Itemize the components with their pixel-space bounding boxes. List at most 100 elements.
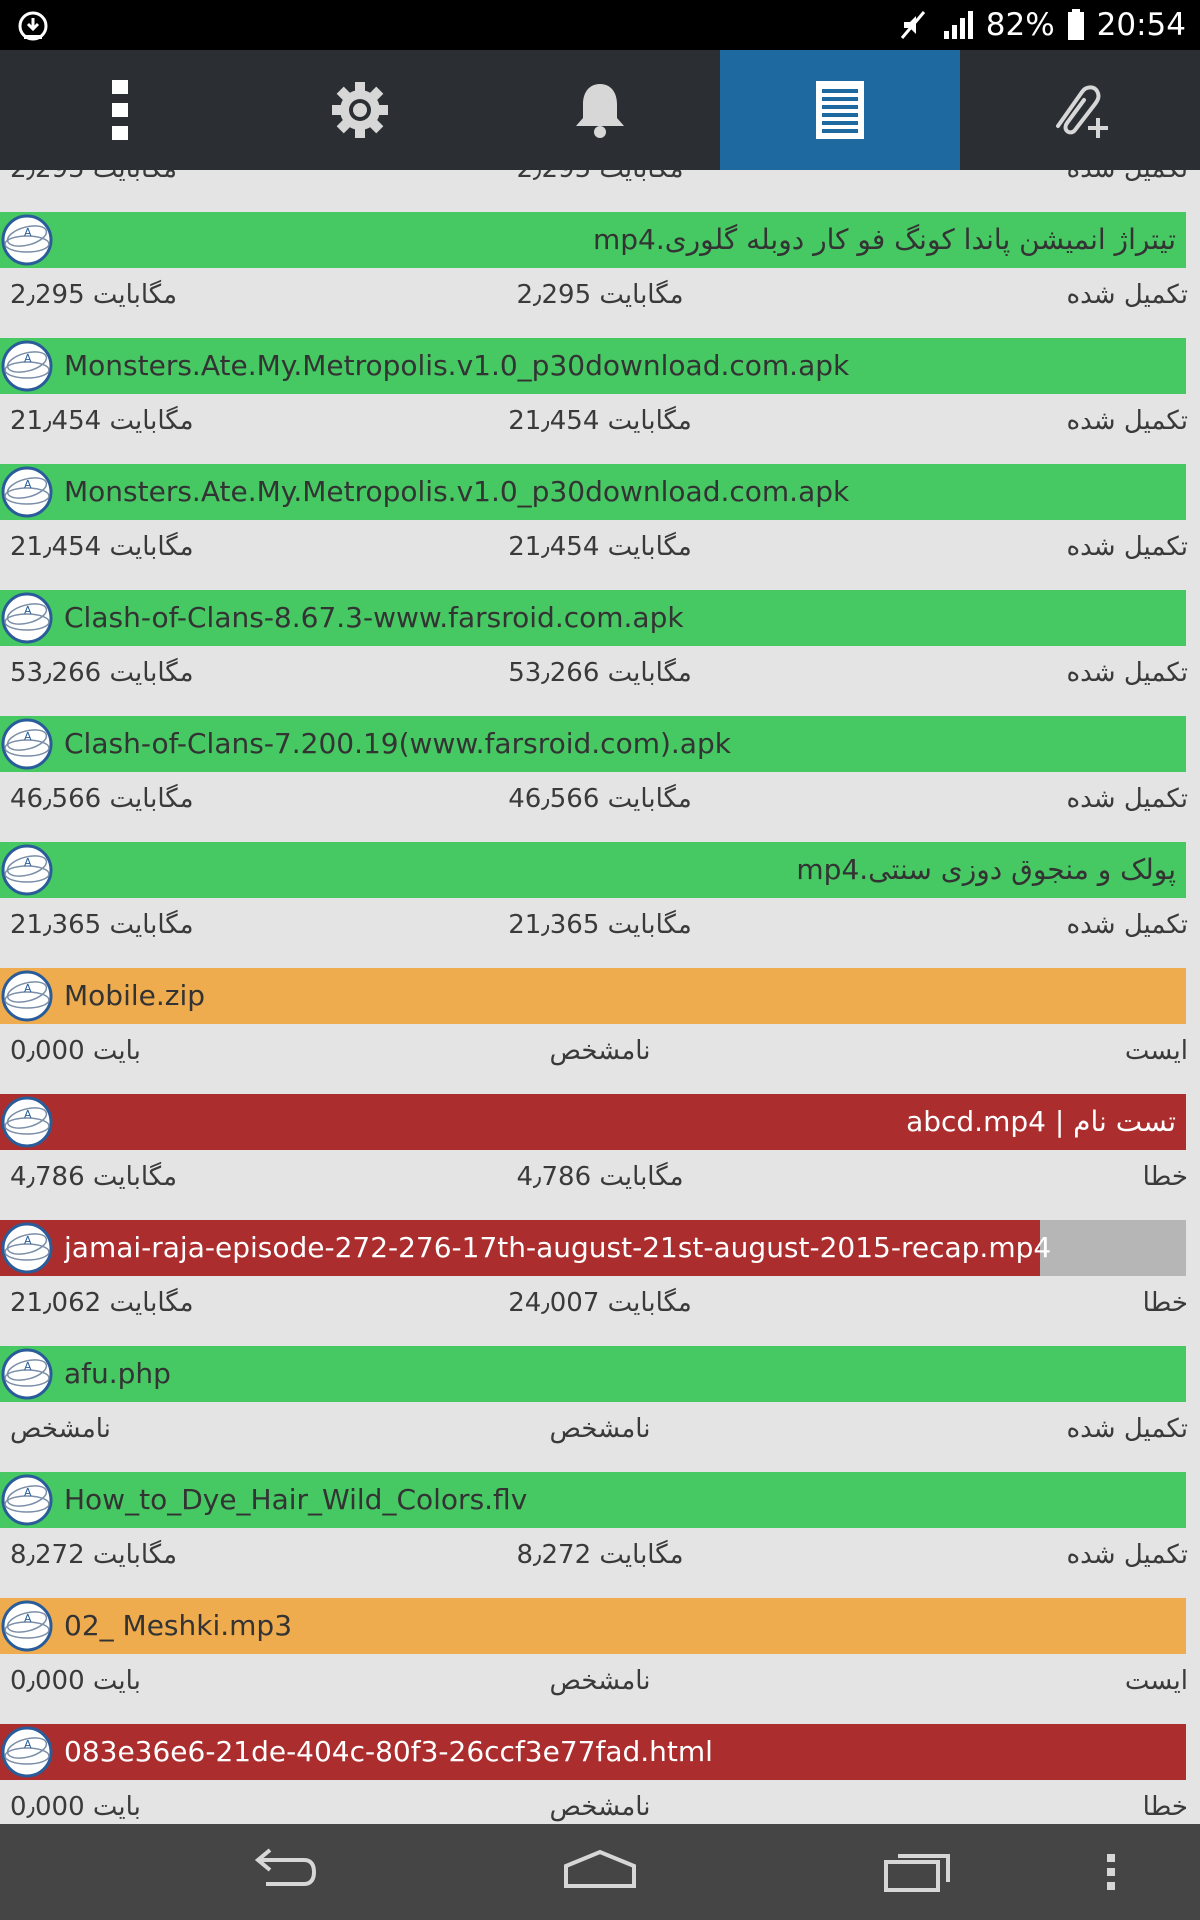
download-progress-bar[interactable]: A تست نام | abcd.mp4 [0,1094,1186,1150]
download-progress-bar[interactable]: A Clash-of-Clans-8.67.3-www.farsroid.com.… [0,590,1186,646]
file-name: How_to_Dye_Hair_Wild_Colors.flv [64,1483,528,1516]
downloaded-size: 2٫295 مگابایت [10,280,178,310]
download-item[interactable]: A Mobile.zip ایست نامشخص 0٫000 بایت [0,968,1200,1094]
download-progress-bar[interactable]: A پولک و منجوق دوزی سنتی.mp4 [0,842,1186,898]
app-file-icon: A [1,1600,53,1652]
download-item[interactable]: Aafu.php تکمیل شده نامشخص نامشخص [0,1346,1200,1472]
file-name: Mobile.zip [64,979,205,1012]
download-meta: تکمیل شده 46٫566 مگابایت 46٫566 مگابایت [0,772,1200,842]
download-progress-bar[interactable]: A Monsters.Ate.My.Metropolis.v1.0_p30down… [0,464,1186,520]
svg-text:A: A [24,1234,32,1247]
total-size: 2٫295 مگابایت [516,280,684,310]
downloaded-size: 21٫454 مگابایت [10,406,194,436]
total-size: نامشخص [549,1414,651,1444]
download-item[interactable]: A پولک و منجوق دوزی سنتی.mp4 تکمیل شده 21٫3… [0,842,1200,968]
downloaded-size: 21٫062 مگابایت [10,1288,194,1318]
top-toolbar [0,50,1200,170]
downloaded-size: 4٫786 مگابایت [10,1162,178,1192]
svg-text:A: A [24,478,32,491]
tab-add-download[interactable] [960,50,1200,170]
download-item[interactable]: A Monsters.Ate.My.Metropolis.v1.0_p30down… [0,338,1200,464]
downloaded-size: نامشخص [10,1414,111,1444]
download-item[interactable]: Aتکمیل شده2٫295 مگابایت2٫295 مگابایت [0,170,1200,212]
app-file-icon: A [1,1474,53,1526]
download-item[interactable]: A تست نام | abcd.mp4 خطا 4٫786 مگابایت 4٫786… [0,1094,1200,1220]
app-file-icon: A [1,592,53,644]
vertical-dots-icon [112,80,128,140]
file-name: Clash-of-Clans-7.200.19(www.farsroid.com… [64,727,731,760]
downloaded-size: 8٫272 مگابایت [10,1540,178,1570]
tab-more-menu[interactable] [0,50,240,170]
tab-notifications[interactable] [480,50,720,170]
download-item[interactable]: A Monsters.Ate.My.Metropolis.v1.0_p30down… [0,464,1200,590]
back-icon[interactable] [246,1842,318,1902]
download-meta: تکمیل شده 8٫272 مگابایت 8٫272 مگابایت [0,1528,1200,1598]
svg-text:A: A [24,226,32,239]
tab-download-list[interactable] [720,50,960,170]
tab-settings[interactable] [240,50,480,170]
download-list[interactable]: Aتکمیل شده2٫295 مگابایت2٫295 مگابایتAتیت… [0,170,1200,1824]
download-item[interactable]: A تیتراژ انمیشن پاندا کونگ فو کار دوبله گ… [0,212,1200,338]
app-file-icon: A [1,1096,53,1148]
svg-text:A: A [24,604,32,617]
app-file-icon: A [1,1222,53,1274]
svg-text:A: A [24,1612,32,1625]
download-progress-bar[interactable]: Aafu.php [0,1346,1186,1402]
download-meta: خطا نامشخص 0٫000 بایت [0,1780,1200,1824]
download-meta: خطا 4٫786 مگابایت 4٫786 مگابایت [0,1150,1200,1220]
list-document-icon [816,81,864,139]
download-meta: تکمیل شده 53٫266 مگابایت 53٫266 مگابایت [0,646,1200,716]
download-status-icon [18,11,48,41]
download-progress-bar[interactable]: A Clash-of-Clans-7.200.19(www.farsroid.co… [0,716,1186,772]
navigation-bar [0,1824,1200,1920]
download-meta: تکمیل شده 21٫365 مگابایت 21٫365 مگابایت [0,898,1200,968]
total-size: نامشخص [549,1666,651,1696]
download-item[interactable]: A 02_ Meshki.mp3 ایست نامشخص 0٫000 بایت [0,1598,1200,1724]
svg-text:A: A [24,1738,32,1751]
total-size: 8٫272 مگابایت [516,1540,684,1570]
app-file-icon: A [1,844,53,896]
downloaded-size: 2٫295 مگابایت [10,170,177,184]
bell-icon [576,84,624,138]
svg-text:A: A [24,1486,32,1499]
home-icon[interactable] [562,1842,638,1902]
svg-text:A: A [24,982,32,995]
app-file-icon: A [1,1726,53,1778]
downloaded-size: 0٫000 بایت [10,1666,141,1696]
file-name: 02_ Meshki.mp3 [64,1609,293,1642]
recents-icon[interactable] [882,1842,954,1902]
file-name: Clash-of-Clans-8.67.3-www.farsroid.com.a… [64,601,684,634]
download-progress-bar[interactable]: A 083e36e6-21de-404c-80f3-26ccf3e77fad.ht… [0,1724,1186,1780]
download-item[interactable]: Ajamai-raja-episode-272-276-17th-august-… [0,1220,1200,1346]
download-meta: تکمیل شده2٫295 مگابایت2٫295 مگابایت [0,268,1200,338]
download-progress-bar[interactable]: Ajamai-raja-episode-272-276-17th-august-… [0,1220,1186,1276]
file-name: afu.php [64,1357,171,1390]
download-item[interactable]: A 083e36e6-21de-404c-80f3-26ccf3e77fad.ht… [0,1724,1200,1824]
gear-icon [332,82,388,138]
download-item[interactable]: A Clash-of-Clans-7.200.19(www.farsroid.co… [0,716,1200,842]
downloaded-size: 0٫000 بایت [10,1036,141,1066]
paperclip-plus-icon [1056,85,1108,138]
download-progress-bar[interactable]: A Mobile.zip [0,968,1186,1024]
download-meta: تکمیل شده نامشخص نامشخص [0,1402,1200,1472]
download-progress-bar[interactable]: A Monsters.Ate.My.Metropolis.v1.0_p30down… [0,338,1186,394]
download-progress-bar[interactable]: A 02_ Meshki.mp3 [0,1598,1186,1654]
clock: 20:54 [1096,7,1186,43]
download-progress-bar[interactable]: A How_to_Dye_Hair_Wild_Colors.flv [0,1472,1186,1528]
total-size: 2٫295 مگابایت [0,170,1200,184]
status-bar: 82% 20:54 [0,0,1200,50]
file-name: Monsters.Ate.My.Metropolis.v1.0_p30downl… [64,475,850,508]
signal-icon [943,11,973,39]
file-name: تست نام | abcd.mp4 [906,1105,1176,1138]
svg-text:A: A [24,856,32,869]
file-name: Monsters.Ate.My.Metropolis.v1.0_p30downl… [64,349,850,382]
downloaded-size: 46٫566 مگابایت [10,784,194,814]
download-progress-bar[interactable]: A تیتراژ انمیشن پاندا کونگ فو کار دوبله گ… [0,212,1186,268]
download-item[interactable]: A How_to_Dye_Hair_Wild_Colors.flv تکمیل شد… [0,1472,1200,1598]
svg-text:A: A [24,730,32,743]
svg-text:A: A [24,1108,32,1121]
overflow-menu-icon[interactable] [1104,1842,1118,1902]
download-item[interactable]: A Clash-of-Clans-8.67.3-www.farsroid.com.… [0,590,1200,716]
download-meta: خطا 24٫007 مگابایت 21٫062 مگابایت [0,1276,1200,1346]
download-meta: تکمیل شده2٫295 مگابایت2٫295 مگابایت [0,170,1200,212]
